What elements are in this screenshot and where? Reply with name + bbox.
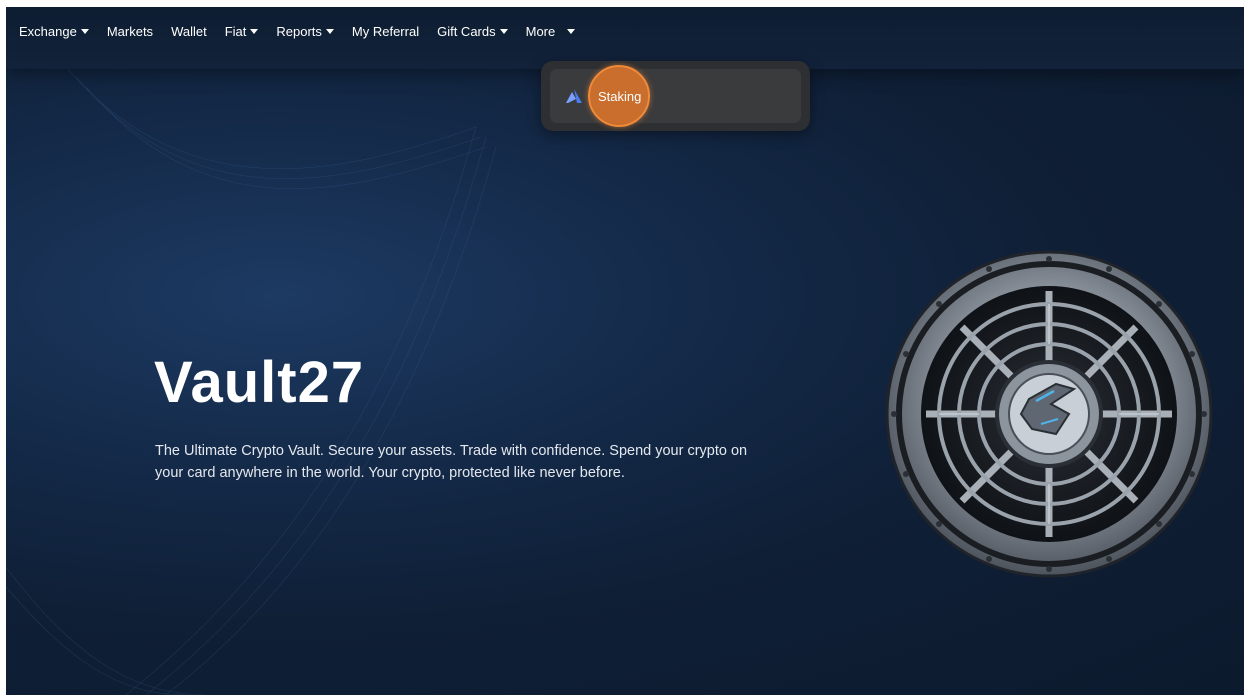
nav-markets[interactable]: Markets [107, 24, 153, 39]
chevron-down-icon [250, 28, 259, 34]
app-frame: Exchange Markets Wallet Fiat Reports My … [6, 7, 1244, 695]
nav-fiat[interactable]: Fiat [225, 24, 259, 39]
hero-description: The Ultimate Crypto Vault. Secure your a… [155, 443, 748, 481]
dropdown-item-staking[interactable]: Staking [550, 65, 801, 127]
nav-wallet-label: Wallet [171, 23, 207, 39]
top-navbar: Exchange Markets Wallet Fiat Reports My … [6, 7, 1244, 69]
chevron-down-icon [325, 28, 334, 34]
nav-more-label: More [525, 23, 556, 39]
nav-more[interactable]: More [526, 24, 576, 39]
chevron-down-icon [499, 28, 508, 34]
chevron-down-icon [567, 28, 576, 34]
nav-menu: Exchange Markets Wallet Fiat Reports My … [6, 7, 1244, 62]
nav-exchange-label: Exchange [19, 23, 77, 39]
chevron-down-icon [80, 28, 89, 34]
staking-label: Staking [598, 88, 642, 104]
nav-markets-label: Markets [106, 23, 154, 39]
vault-door-image [886, 250, 1212, 578]
nav-fiat-label: Fiat [224, 23, 247, 39]
nav-exchange[interactable]: Exchange [19, 24, 89, 39]
nav-gift-cards-label: Gift Cards [437, 23, 496, 39]
nav-my-referral-label: My Referral [351, 23, 420, 39]
hero-title: Vault27 [154, 350, 365, 415]
more-dropdown-menu: Staking [541, 61, 810, 131]
nav-reports-label: Reports [276, 23, 322, 39]
nav-my-referral[interactable]: My Referral [352, 24, 419, 39]
staking-icon [565, 88, 583, 104]
nav-wallet[interactable]: Wallet [171, 24, 207, 39]
nav-gift-cards[interactable]: Gift Cards [437, 24, 508, 39]
nav-reports[interactable]: Reports [276, 24, 334, 39]
